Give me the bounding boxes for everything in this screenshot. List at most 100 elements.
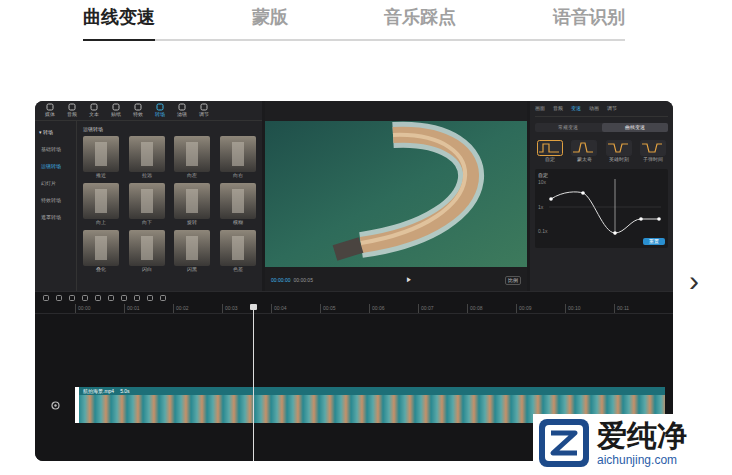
transition-item[interactable]: 模糊 (220, 183, 257, 226)
player-panel: 00:00:0000:00:05▶比例 (265, 101, 527, 291)
transition-item[interactable]: 向右 (220, 136, 257, 179)
ruler-label: 00:03 (222, 304, 271, 313)
ruler-label: 00:04 (271, 304, 320, 313)
curve-editor: 自定10x1x0.1x重置 (535, 169, 668, 248)
transition-label: 叠化 (96, 266, 106, 273)
curve-preset[interactable]: 英雄时刻 (604, 140, 634, 163)
transition-thumbnail (174, 183, 210, 219)
sidebar-item[interactable]: 运镜转场 (39, 163, 76, 170)
toolbar-item[interactable]: 贴纸 (105, 103, 127, 120)
watermark: 爱纯净aichunjing.com (533, 414, 729, 472)
tool-icon (112, 103, 120, 111)
inspector-tab[interactable]: 画面 (535, 105, 545, 112)
tool-icon (178, 103, 186, 111)
transition-label: 模糊 (233, 219, 243, 226)
thumbnail-door (186, 189, 198, 213)
video-area (265, 101, 527, 269)
reset-button[interactable]: 重置 (643, 238, 665, 245)
toolbar-item[interactable]: 文本 (83, 103, 105, 120)
sidebar-header: ▾ 转场 (39, 129, 76, 136)
toolbar-item[interactable]: 特效 (127, 103, 149, 120)
inspector-tab[interactable]: 动画 (589, 105, 599, 112)
transition-item[interactable]: 叠化 (83, 230, 120, 273)
transition-label: 推近 (96, 172, 106, 179)
timeline-tool-icon (69, 295, 75, 301)
toolbar-item[interactable]: 转场 (149, 103, 171, 120)
inspector-tab[interactable]: 变速 (571, 105, 581, 112)
clip-header: 航拍海景.mp45.0s (79, 387, 665, 395)
transition-item[interactable]: 向左 (174, 136, 211, 179)
ruler-label: 00:01 (124, 304, 173, 313)
tool-icon (68, 103, 76, 111)
inspector-panel: 画面音频变速动画调节常规变速曲线变速自定蒙太奇英雄时刻子弹时间自定10x1x0.… (530, 101, 673, 291)
timeline-tool-icon (56, 295, 62, 301)
ruler-label: 00:02 (173, 304, 222, 313)
toolbar-label: 调节 (199, 111, 209, 118)
inspector-tabs: 画面 音频 变速 动画 调节 (535, 101, 668, 117)
transition-item[interactable]: 向下 (129, 183, 166, 226)
transition-item[interactable]: 闪黑 (174, 230, 211, 273)
current-time: 00:00:00 (271, 277, 290, 284)
inspector-tab[interactable]: 音频 (553, 105, 563, 112)
tab[interactable]: 曲线变速 (83, 4, 155, 41)
thumbnail-door (95, 142, 107, 166)
curve-preset-icon (571, 140, 597, 156)
curve-preset[interactable]: 子弹时间 (638, 140, 668, 163)
ruler-label: 00:10 (565, 304, 614, 313)
ruler-label: 00:05 (320, 304, 369, 313)
transition-item[interactable]: 旋转 (174, 183, 211, 226)
tab[interactable]: 语音识别 (553, 4, 625, 41)
speed-mode[interactable]: 曲线变速 (602, 123, 669, 132)
tool-icon (200, 103, 208, 111)
transition-item[interactable]: 闪白 (129, 230, 166, 273)
ratio-button[interactable]: 比例 (505, 276, 521, 285)
transition-thumbnail (83, 136, 119, 172)
speed-mode[interactable]: 常规变速 (535, 123, 602, 132)
timeline-tool-icon (160, 295, 166, 301)
site-url: aichunjing.com (597, 453, 687, 467)
toolbar-item[interactable]: 调节 (193, 103, 215, 120)
transition-grid-area: 运镜转场推近拉远向左向右向上向下旋转模糊叠化闪白闪黑色差 (77, 121, 262, 291)
timeline-tool-icon (43, 295, 49, 301)
transition-thumbnail (220, 230, 256, 266)
toolbar-item[interactable]: 媒体 (39, 103, 61, 120)
thumbnail-door (186, 142, 198, 166)
axis-label: 0.1x (538, 228, 547, 235)
transition-item[interactable]: 向上 (83, 183, 120, 226)
toolbar-label: 特效 (133, 111, 143, 118)
toolbar-label: 媒体 (45, 111, 55, 118)
preset-label: 蒙太奇 (577, 156, 592, 163)
play-button[interactable]: ▶ (406, 276, 412, 284)
sidebar-item[interactable]: 幻灯片 (39, 180, 76, 187)
speed-curve (549, 179, 661, 235)
inspector-tab[interactable]: 调节 (607, 105, 617, 112)
tab[interactable]: 音乐踩点 (384, 4, 456, 41)
toolbar-item[interactable]: 滤镜 (171, 103, 193, 120)
assets-body: ▾ 转场基础转场运镜转场幻灯片特效转场遮罩转场运镜转场推近拉远向左向右向上向下旋… (35, 121, 262, 291)
curve-preset[interactable]: 自定 (535, 140, 565, 163)
axis-label: 10x (538, 179, 547, 186)
transition-item[interactable]: 推近 (83, 136, 120, 179)
sidebar-item[interactable]: 特效转场 (39, 197, 76, 204)
sidebar-item[interactable]: 遮罩转场 (39, 214, 76, 221)
playhead-handle[interactable] (250, 304, 257, 310)
transition-item[interactable]: 拉远 (129, 136, 166, 179)
curve-preset[interactable]: 蒙太奇 (569, 140, 599, 163)
next-arrow[interactable]: › (689, 266, 699, 296)
site-logo-icon (537, 417, 591, 469)
toolbar-label: 文本 (89, 111, 99, 118)
transition-thumbnail (220, 183, 256, 219)
transition-label: 旋转 (187, 219, 197, 226)
sidebar-item[interactable]: 基础转场 (39, 146, 76, 153)
showcase: 媒体音频文本贴纸特效转场滤镜调节▾ 转场基础转场运镜转场幻灯片特效转场遮罩转场运… (35, 101, 732, 461)
transition-thumbnail (174, 230, 210, 266)
toolbar-item[interactable]: 音频 (61, 103, 83, 120)
timeline-tool-icon (95, 295, 101, 301)
transition-item[interactable]: 色差 (220, 230, 257, 273)
tab[interactable]: 蒙版 (252, 4, 288, 41)
ruler-label: 00:08 (467, 304, 516, 313)
ruler-label: 00:09 (516, 304, 565, 313)
clip-name: 航拍海景.mp4 (83, 388, 114, 395)
ruler-label: 00:06 (369, 304, 418, 313)
toolbar-label: 贴纸 (111, 111, 121, 118)
